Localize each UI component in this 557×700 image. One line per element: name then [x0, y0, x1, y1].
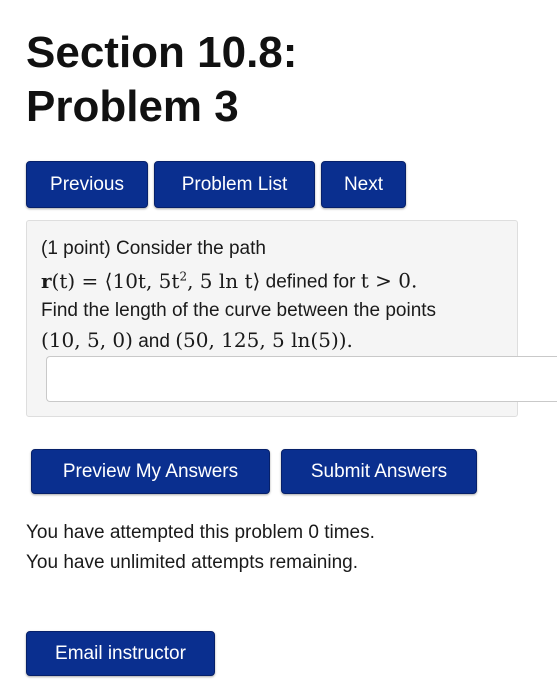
page-title: Section 10.8: Problem 3	[26, 26, 297, 134]
vector-exponent: 2	[179, 269, 188, 283]
attempts-text: You have attempted this problem 0 times.	[26, 522, 375, 543]
domain-condition: t > 0.	[360, 268, 418, 293]
point-b: (50, 125, 5 ln(5)).	[175, 328, 353, 352]
problem-list-button[interactable]: Problem List	[154, 161, 315, 208]
next-button[interactable]: Next	[321, 161, 406, 208]
path-equation: r(t) = ⟨10t, 5t2, 5 ln t⟩	[41, 269, 260, 293]
email-instructor-button[interactable]: Email instructor	[26, 631, 215, 676]
problem-path-line: r(t) = ⟨10t, 5t2, 5 ln t⟩ defined for t …	[41, 264, 417, 295]
problem-points-line: (10, 5, 0) and (50, 125, 5 ln(5)).	[41, 328, 353, 354]
point-a: (10, 5, 0)	[41, 328, 133, 352]
vector-arg: (t) = ⟨10t, 5t	[51, 268, 180, 293]
page-title-problem: Problem 3	[26, 82, 239, 131]
previous-button[interactable]: Previous	[26, 161, 148, 208]
defined-for-text: defined for	[260, 271, 361, 293]
vector-r: r	[41, 268, 52, 293]
and-text: and	[132, 331, 176, 352]
problem-question: Find the length of the curve between the…	[41, 300, 437, 321]
answer-input[interactable]	[46, 356, 557, 402]
submit-answers-button[interactable]: Submit Answers	[281, 449, 477, 494]
remaining-text: You have unlimited attempts remaining.	[26, 552, 358, 573]
preview-answers-button[interactable]: Preview My Answers	[31, 449, 270, 494]
page-title-section: Section 10.8:	[26, 28, 298, 77]
vector-rest: , 5 ln t⟩	[187, 268, 261, 293]
problem-intro: (1 point) Consider the path	[41, 238, 266, 259]
